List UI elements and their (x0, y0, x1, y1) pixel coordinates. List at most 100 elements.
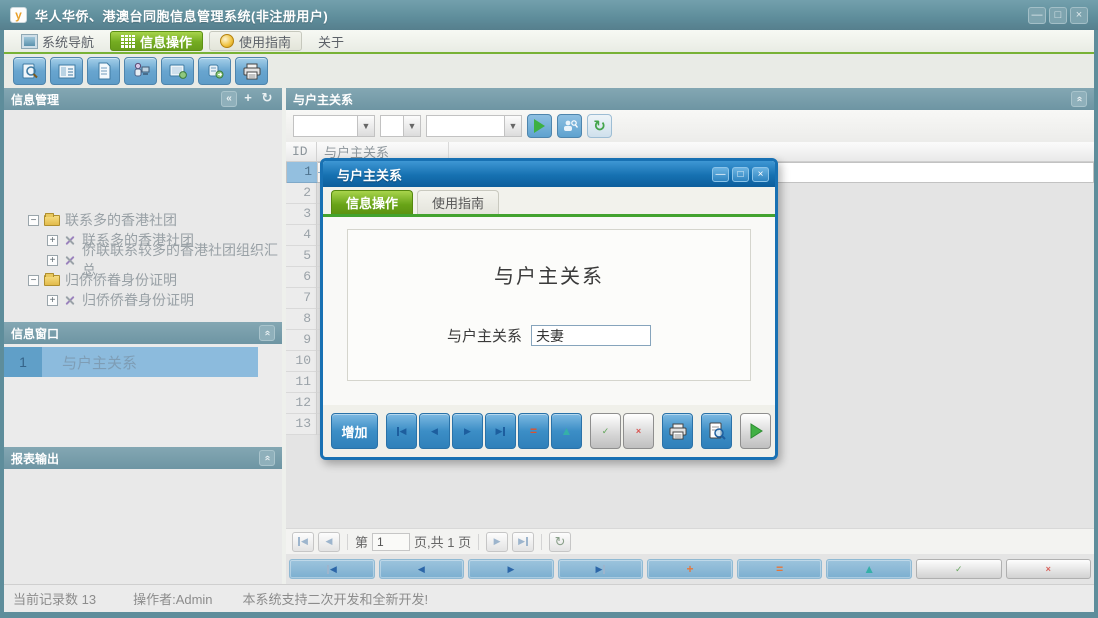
tab-information-operations[interactable]: 信息操作 (110, 31, 203, 51)
tree-item[interactable]: +侨联联系较多的香港社团组织汇总 (4, 250, 282, 270)
printer-icon (668, 423, 688, 440)
printer-button[interactable] (235, 57, 268, 85)
dialog-post-button[interactable]: ✓ (590, 413, 621, 449)
dialog-delete-button[interactable]: = (518, 413, 549, 449)
prev-page-button[interactable]: ◀ (318, 532, 340, 552)
next-record-button[interactable]: ▶ (468, 559, 554, 579)
delete-record-button[interactable]: = (737, 559, 823, 579)
dialog-add-button[interactable]: 增加 (331, 413, 378, 449)
prior-record-button[interactable]: ◀ (379, 559, 465, 579)
list-item[interactable]: 1 与户主关系 (4, 347, 258, 377)
info-management-panel-header: 信息管理 « + ↻ (4, 88, 282, 110)
last-page-button[interactable]: ▶ (512, 532, 534, 552)
dialog-print-button[interactable] (662, 413, 693, 449)
first-record-button[interactable]: ◀ (289, 559, 375, 579)
search-document-button[interactable] (13, 57, 46, 85)
insert-record-button[interactable]: + (647, 559, 733, 579)
dialog-preview-button[interactable] (701, 413, 732, 449)
tab-system-navigation[interactable]: 系统导航 (12, 31, 104, 51)
refresh-icon[interactable]: ↻ (259, 91, 275, 107)
dialog-cancel-button[interactable]: × (623, 413, 654, 449)
application-window: y 华人华侨、港澳台同胞信息管理系统(非注册用户) — □ × 系统导航 信息操… (0, 0, 1098, 618)
close-button[interactable]: × (1070, 7, 1088, 24)
collapse-up-icon[interactable]: « (1071, 91, 1087, 107)
dialog-first-button[interactable]: ◀ (386, 413, 417, 449)
tree-item-label: 归侨侨眷身份证明 (82, 290, 194, 310)
user-workstation-icon (131, 62, 151, 80)
printer-icon (242, 63, 262, 80)
reload-grid-button[interactable]: ↻ (549, 532, 571, 552)
row-id-cell: 9 (286, 330, 317, 351)
play-icon (534, 119, 545, 133)
list-item-label: 与户主关系 (42, 347, 258, 377)
play-green-icon (748, 422, 764, 440)
expand-toggle-icon[interactable]: + (47, 295, 58, 306)
dialog-tab-guide[interactable]: 使用指南 (417, 190, 499, 214)
row-id-cell: 5 (286, 246, 317, 267)
edit-record-button[interactable]: ▲ (826, 559, 912, 579)
list-item-index: 1 (4, 347, 42, 377)
refresh-icon: ↻ (593, 117, 606, 135)
first-page-button[interactable]: ◀ (292, 532, 314, 552)
tab-user-guide[interactable]: 使用指南 (209, 31, 302, 51)
help-icon (220, 34, 234, 48)
status-bar: 当前记录数 13 操作者:Admin 本系统支持二次开发和全新开发! (4, 584, 1094, 612)
row-id-cell: 6 (286, 267, 317, 288)
dialog-run-button[interactable] (740, 413, 771, 449)
dialog-last-button[interactable]: ▶ (485, 413, 516, 449)
user-search-icon (562, 119, 578, 133)
operator-status: 操作者:Admin (133, 589, 212, 608)
page-total-label: 页,共 1 页 (414, 532, 471, 551)
tree-item[interactable]: −联系多的香港社团 (4, 210, 282, 230)
relation-field-input[interactable] (531, 325, 651, 346)
dialog-prior-button[interactable]: ◀ (419, 413, 450, 449)
collapse-panel-icon[interactable]: « (221, 91, 237, 107)
tree-item-label: 归侨侨眷身份证明 (65, 270, 177, 290)
collapse-toggle-icon[interactable]: − (28, 215, 39, 226)
screen-design-button[interactable] (161, 57, 194, 85)
dialog-restore-button[interactable]: □ (732, 167, 749, 182)
dialog-close-button[interactable]: × (752, 167, 769, 182)
next-page-button[interactable]: ▶ (486, 532, 508, 552)
info-window-panel-header: 信息窗口 « (4, 322, 282, 344)
last-record-button[interactable]: ▶ (558, 559, 644, 579)
row-id-cell: 1 (287, 162, 318, 183)
form-view-button[interactable] (50, 57, 83, 85)
dialog-minimize-button[interactable]: — (712, 167, 729, 182)
window-icon (22, 35, 37, 48)
tab-about[interactable]: 关于 (308, 31, 354, 51)
dialog-tab-operations[interactable]: 信息操作 (331, 190, 413, 214)
collapse-up-icon[interactable]: « (259, 450, 275, 466)
tree-item[interactable]: + 归侨侨眷身份证明 (4, 290, 282, 310)
document-button[interactable] (87, 57, 120, 85)
filter-select-3[interactable]: ▼ (426, 115, 522, 137)
add-icon[interactable]: + (240, 91, 256, 107)
restore-button[interactable]: □ (1049, 7, 1067, 24)
dialog-body: 与户主关系 与户主关系 (323, 217, 775, 405)
user-workstation-button[interactable] (124, 57, 157, 85)
minimize-button[interactable]: — (1028, 7, 1046, 24)
collapse-toggle-icon[interactable]: − (28, 275, 39, 286)
expand-toggle-icon[interactable]: + (47, 235, 58, 246)
dialog-edit-button[interactable]: ▲ (551, 413, 582, 449)
refresh-button[interactable]: ↻ (587, 114, 612, 138)
filter-select-2[interactable]: ▼ (380, 115, 421, 137)
post-record-button[interactable]: ✓ (916, 559, 1002, 579)
column-header-id[interactable]: ID (286, 142, 317, 161)
user-search-button[interactable] (557, 114, 582, 138)
cancel-record-button[interactable]: × (1006, 559, 1092, 579)
form-box: 与户主关系 与户主关系 (347, 229, 751, 381)
record-count-status: 当前记录数 13 (13, 589, 96, 608)
row-id-cell: 8 (286, 309, 317, 330)
collapse-up-icon[interactable]: « (259, 325, 275, 341)
page-title: 与户主关系 (293, 91, 353, 108)
expand-toggle-icon[interactable]: + (47, 255, 58, 266)
row-id-cell: 4 (286, 225, 317, 246)
run-query-button[interactable] (527, 114, 552, 138)
data-export-button[interactable] (198, 57, 231, 85)
tree: −联系多的香港社团+联系多的香港社团+侨联联系较多的香港社团组织汇总−归侨侨眷身… (4, 110, 282, 322)
dialog-next-button[interactable]: ▶ (452, 413, 483, 449)
page-number-input[interactable] (372, 533, 410, 551)
dialog-title-bar: 与户主关系 — □ × (323, 161, 775, 187)
filter-select-1[interactable]: ▼ (293, 115, 375, 137)
